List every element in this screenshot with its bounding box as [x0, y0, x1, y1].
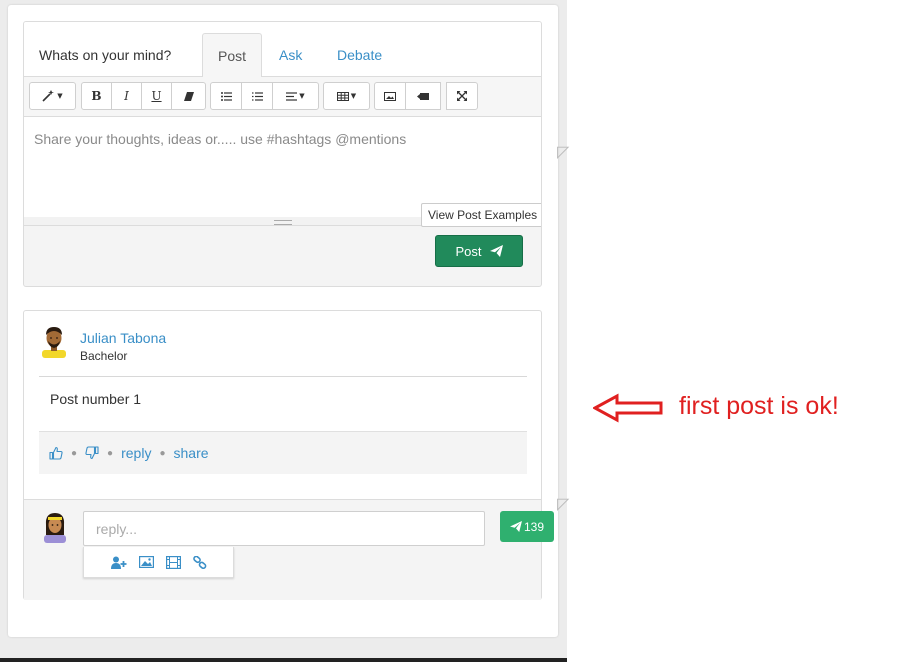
add-user-icon[interactable]: [110, 556, 127, 569]
video-button[interactable]: [405, 82, 441, 110]
thumbs-up-icon[interactable]: [49, 446, 63, 460]
reply-attachments: [83, 547, 234, 578]
divider: [39, 376, 527, 377]
tab-post[interactable]: Post: [202, 33, 262, 78]
author-role: Bachelor: [80, 349, 128, 363]
film-icon[interactable]: [165, 555, 181, 569]
post-editor[interactable]: Share your thoughts, ideas or..... use #…: [24, 117, 541, 217]
bullet-list-button[interactable]: [210, 82, 242, 110]
style-button[interactable]: ▼: [29, 82, 76, 110]
eraser-icon: [183, 91, 194, 101]
post-button-label: Post: [455, 243, 482, 259]
align-button[interactable]: ▼: [272, 82, 319, 110]
table-button[interactable]: ▼: [323, 82, 370, 110]
fullscreen-button[interactable]: [446, 82, 478, 110]
reply-input[interactable]: [83, 511, 485, 546]
table-icon: [336, 91, 349, 101]
annotation-arrow-icon: [593, 393, 663, 423]
fullscreen-icon: [457, 91, 467, 101]
separator-dot: ●: [107, 447, 114, 459]
post-composer: Whats on your mind? Post Ask Debate ▼ B …: [23, 21, 542, 287]
cropped-icon-fragment: ◸: [557, 144, 570, 161]
tab-debate[interactable]: Debate: [323, 33, 396, 77]
send-reply-button[interactable]: 139: [500, 511, 554, 542]
view-post-examples-button[interactable]: View Post Examples: [421, 203, 541, 227]
paper-plane-icon: [510, 521, 522, 532]
reply-avatar: [44, 513, 66, 543]
picture-icon: [384, 91, 396, 101]
align-icon: [286, 91, 298, 101]
author-name-link[interactable]: Julian Tabona: [80, 330, 166, 346]
clear-format-button[interactable]: [171, 82, 206, 110]
send-count: 139: [523, 519, 545, 534]
bold-icon: B: [91, 89, 102, 103]
chevron-down-icon: ▼: [350, 92, 357, 100]
separator-dot: ●: [71, 447, 78, 459]
separator-dot: ●: [159, 447, 166, 459]
post-card: Julian Tabona Bachelor Post number 1 ● ●…: [23, 310, 554, 600]
picture-button[interactable]: [374, 82, 406, 110]
composer-prompt: Whats on your mind?: [39, 47, 172, 63]
post-actions: ● ● reply ● share: [39, 431, 527, 474]
share-link[interactable]: share: [174, 445, 209, 461]
thumbs-down-icon[interactable]: [85, 446, 99, 460]
underline-button[interactable]: U: [141, 82, 172, 110]
composer-header: Whats on your mind? Post Ask Debate: [24, 22, 541, 78]
chevron-down-icon: ▼: [57, 92, 63, 100]
reply-section: 139: [24, 499, 554, 600]
italic-icon: I: [124, 89, 129, 103]
post-body: Post number 1: [50, 391, 142, 407]
annotation-text: first post is ok!: [679, 392, 839, 420]
editor-toolbar: ▼ B I U ▼ ▼: [24, 77, 541, 117]
image-icon[interactable]: [138, 556, 154, 568]
avatar[interactable]: [40, 326, 68, 358]
numbered-list-icon: [251, 91, 263, 101]
bullet-list-icon: [220, 91, 232, 101]
grip-icon: [274, 220, 292, 225]
video-icon: [417, 92, 429, 100]
italic-button[interactable]: I: [111, 82, 142, 110]
bold-button[interactable]: B: [81, 82, 112, 110]
paper-plane-icon: [489, 245, 503, 257]
page-bottom-edge: [0, 658, 567, 662]
numbered-list-button[interactable]: [241, 82, 273, 110]
underline-icon: U: [151, 89, 162, 103]
chevron-down-icon: ▼: [299, 92, 305, 100]
tab-ask[interactable]: Ask: [265, 33, 316, 77]
cropped-icon-fragment: ◸: [557, 496, 570, 513]
link-icon[interactable]: [192, 555, 207, 569]
post-button[interactable]: Post: [435, 235, 523, 267]
magic-wand-icon: [42, 90, 55, 102]
editor-placeholder: Share your thoughts, ideas or..... use #…: [34, 131, 407, 147]
reply-link[interactable]: reply: [121, 445, 151, 461]
